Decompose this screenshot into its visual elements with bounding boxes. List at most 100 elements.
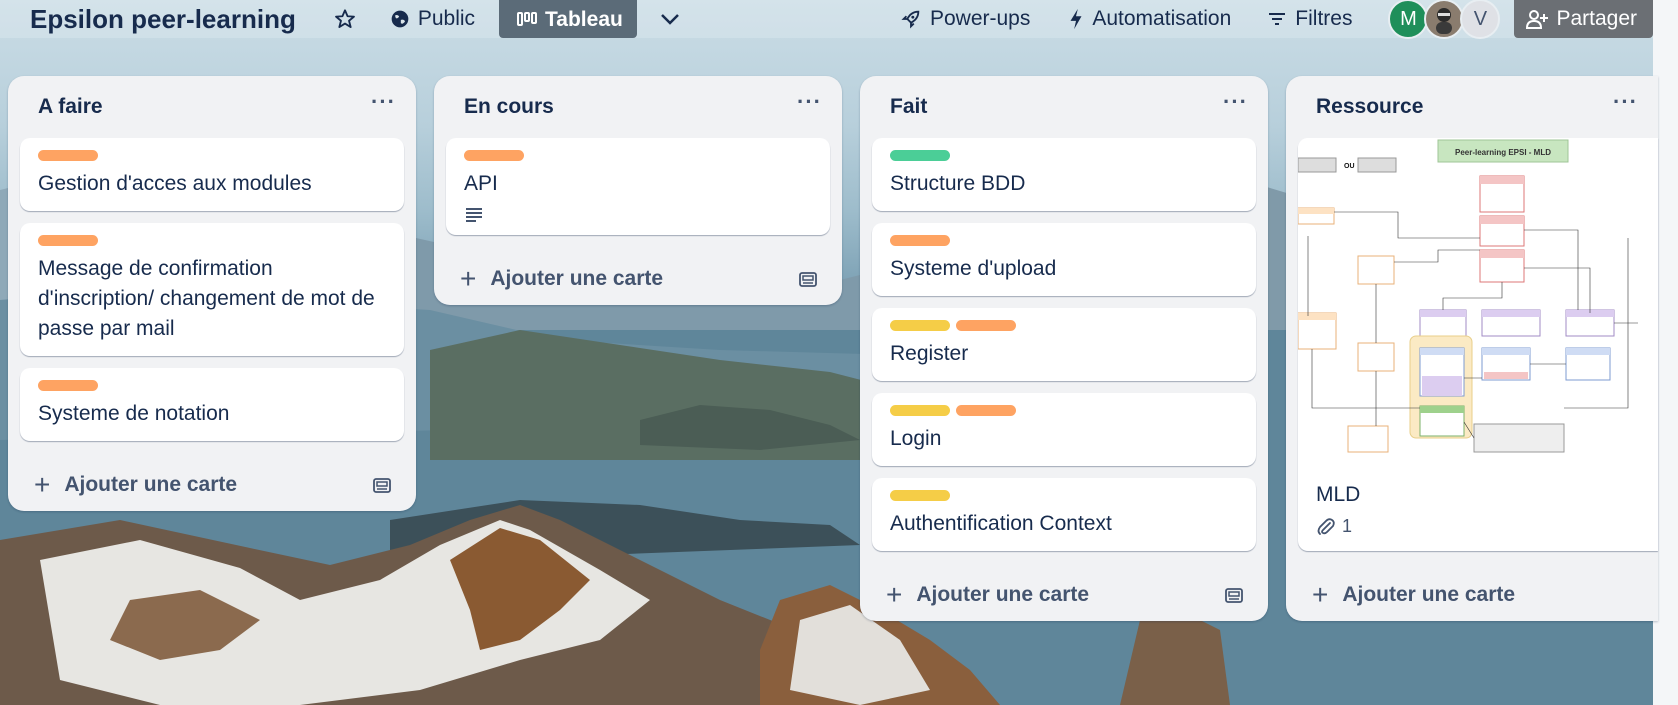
paperclip-icon bbox=[1317, 517, 1335, 535]
share-button[interactable]: Partager bbox=[1514, 0, 1653, 38]
globe-icon bbox=[391, 10, 409, 28]
star-icon bbox=[334, 9, 355, 28]
filter-icon bbox=[1269, 13, 1286, 25]
list-a-faire: A faire ··· Gestion d'acces aux modules … bbox=[8, 76, 416, 511]
label-orange[interactable] bbox=[956, 405, 1016, 416]
add-card-button[interactable]: + Ajouter une carte bbox=[460, 263, 664, 294]
lightning-icon bbox=[1070, 8, 1082, 30]
card[interactable]: Authentification Context bbox=[872, 478, 1256, 551]
card-title: Register bbox=[890, 342, 969, 365]
visibility-button[interactable]: Public bbox=[382, 0, 483, 38]
label-green[interactable] bbox=[890, 150, 950, 161]
card-title: Gestion d'acces aux modules bbox=[38, 172, 312, 195]
filters-label: Filtres bbox=[1295, 7, 1353, 30]
avatar[interactable]: V bbox=[1460, 0, 1501, 39]
description-icon bbox=[466, 208, 482, 222]
attachment-count: 1 bbox=[1342, 516, 1353, 536]
share-label: Partager bbox=[1556, 7, 1637, 30]
card-template-icon[interactable] bbox=[1224, 585, 1244, 605]
list-menu-button[interactable]: ··· bbox=[1613, 89, 1638, 115]
add-card-label: Ajouter une carte bbox=[64, 473, 238, 496]
card-title: Structure BDD bbox=[890, 172, 1026, 195]
board-header: Epsilon peer-learning Public Tableau Pow… bbox=[0, 0, 1653, 39]
list-header: Fait ··· bbox=[860, 76, 1268, 138]
card[interactable]: Systeme de notation bbox=[20, 368, 404, 441]
card[interactable]: Structure BDD bbox=[872, 138, 1256, 211]
list-menu-button[interactable]: ··· bbox=[371, 89, 396, 115]
list-title[interactable]: Fait bbox=[890, 95, 927, 119]
card-title: Systeme de notation bbox=[38, 402, 230, 425]
cover-or-text: OU bbox=[1344, 163, 1355, 170]
label-yellow[interactable] bbox=[890, 405, 950, 416]
list-en-cours: En cours ··· API + Ajouter une carte bbox=[434, 76, 842, 305]
plus-icon: + bbox=[460, 263, 477, 294]
list-title[interactable]: En cours bbox=[464, 95, 554, 119]
list-footer: + Ajouter une carte bbox=[8, 453, 416, 511]
card-title: MLD bbox=[1316, 483, 1361, 506]
board-view-icon bbox=[517, 12, 538, 26]
list-header: A faire ··· bbox=[8, 76, 416, 138]
visibility-label: Public bbox=[417, 7, 476, 30]
list-title[interactable]: A faire bbox=[38, 95, 103, 119]
filters-button[interactable]: Filtres bbox=[1259, 0, 1360, 38]
avatar[interactable] bbox=[1424, 0, 1465, 39]
card-template-icon[interactable] bbox=[372, 475, 392, 495]
add-card-label: Ajouter une carte bbox=[1342, 583, 1516, 606]
add-card-button[interactable]: + Ajouter une carte bbox=[34, 469, 238, 500]
view-switcher-board[interactable]: Tableau bbox=[499, 0, 637, 38]
label-orange[interactable] bbox=[38, 235, 98, 246]
chevron-down-icon bbox=[660, 14, 679, 25]
label-yellow[interactable] bbox=[890, 490, 950, 501]
plus-icon: + bbox=[1312, 579, 1329, 610]
label-orange[interactable] bbox=[956, 320, 1016, 331]
card[interactable]: API bbox=[446, 138, 830, 235]
board-title[interactable]: Epsilon peer-learning bbox=[30, 4, 296, 35]
view-label: Tableau bbox=[545, 8, 623, 31]
list-menu-button[interactable]: ··· bbox=[1223, 89, 1248, 115]
avatar[interactable]: M bbox=[1388, 0, 1429, 39]
attachment-badge: 1 bbox=[1316, 516, 1640, 537]
card[interactable]: Systeme d'upload bbox=[872, 223, 1256, 296]
card[interactable]: Login bbox=[872, 393, 1256, 466]
powerups-label: Power-ups bbox=[929, 7, 1031, 30]
label-orange[interactable] bbox=[890, 235, 950, 246]
rocket-icon bbox=[901, 10, 920, 29]
add-card-button[interactable]: + Ajouter une carte bbox=[886, 579, 1090, 610]
list-footer: + Ajouter une carte bbox=[434, 247, 842, 305]
list-header: En cours ··· bbox=[434, 76, 842, 138]
add-card-button[interactable]: + Ajouter une carte bbox=[1312, 579, 1516, 610]
view-dropdown-button[interactable] bbox=[651, 0, 689, 38]
list-fait: Fait ··· Structure BDD Systeme d'upload … bbox=[860, 76, 1268, 621]
label-orange[interactable] bbox=[38, 380, 98, 391]
card-title: Login bbox=[890, 427, 942, 450]
card[interactable]: Message de confirmation d'inscription/ c… bbox=[20, 223, 404, 356]
card[interactable]: Peer-learning EPSI - MLD OU MLD 1 bbox=[1298, 138, 1658, 551]
label-yellow[interactable] bbox=[890, 320, 950, 331]
card[interactable]: Register bbox=[872, 308, 1256, 381]
list-title[interactable]: Ressource bbox=[1316, 95, 1423, 119]
label-orange[interactable] bbox=[38, 150, 98, 161]
user-photo-icon bbox=[1436, 8, 1453, 34]
automation-button[interactable]: Automatisation bbox=[1060, 0, 1239, 38]
list-header: Ressource ··· bbox=[1286, 76, 1658, 138]
list-footer: + Ajouter une carte bbox=[860, 563, 1268, 621]
list-ressource: Ressource ··· Peer-learning EPSI - MLD O… bbox=[1286, 76, 1658, 621]
description-badge bbox=[464, 205, 812, 223]
add-card-label: Ajouter une carte bbox=[490, 267, 664, 290]
card-title: Systeme d'upload bbox=[890, 257, 1057, 280]
members-avatars: M V bbox=[1388, 0, 1501, 39]
label-orange[interactable] bbox=[464, 150, 524, 161]
card-title: Authentification Context bbox=[890, 512, 1112, 535]
plus-icon: + bbox=[886, 579, 903, 610]
card[interactable]: Gestion d'acces aux modules bbox=[20, 138, 404, 211]
plus-icon: + bbox=[34, 469, 51, 500]
add-user-icon bbox=[1526, 10, 1549, 29]
add-card-label: Ajouter une carte bbox=[916, 583, 1090, 606]
cover-title: Peer-learning EPSI - MLD bbox=[1455, 148, 1551, 157]
star-button[interactable] bbox=[326, 0, 364, 38]
list-footer: + Ajouter une carte bbox=[1286, 563, 1658, 621]
card-template-icon[interactable] bbox=[798, 269, 818, 289]
automation-label: Automatisation bbox=[1092, 7, 1232, 30]
powerups-button[interactable]: Power-ups bbox=[892, 0, 1038, 38]
list-menu-button[interactable]: ··· bbox=[797, 89, 822, 115]
